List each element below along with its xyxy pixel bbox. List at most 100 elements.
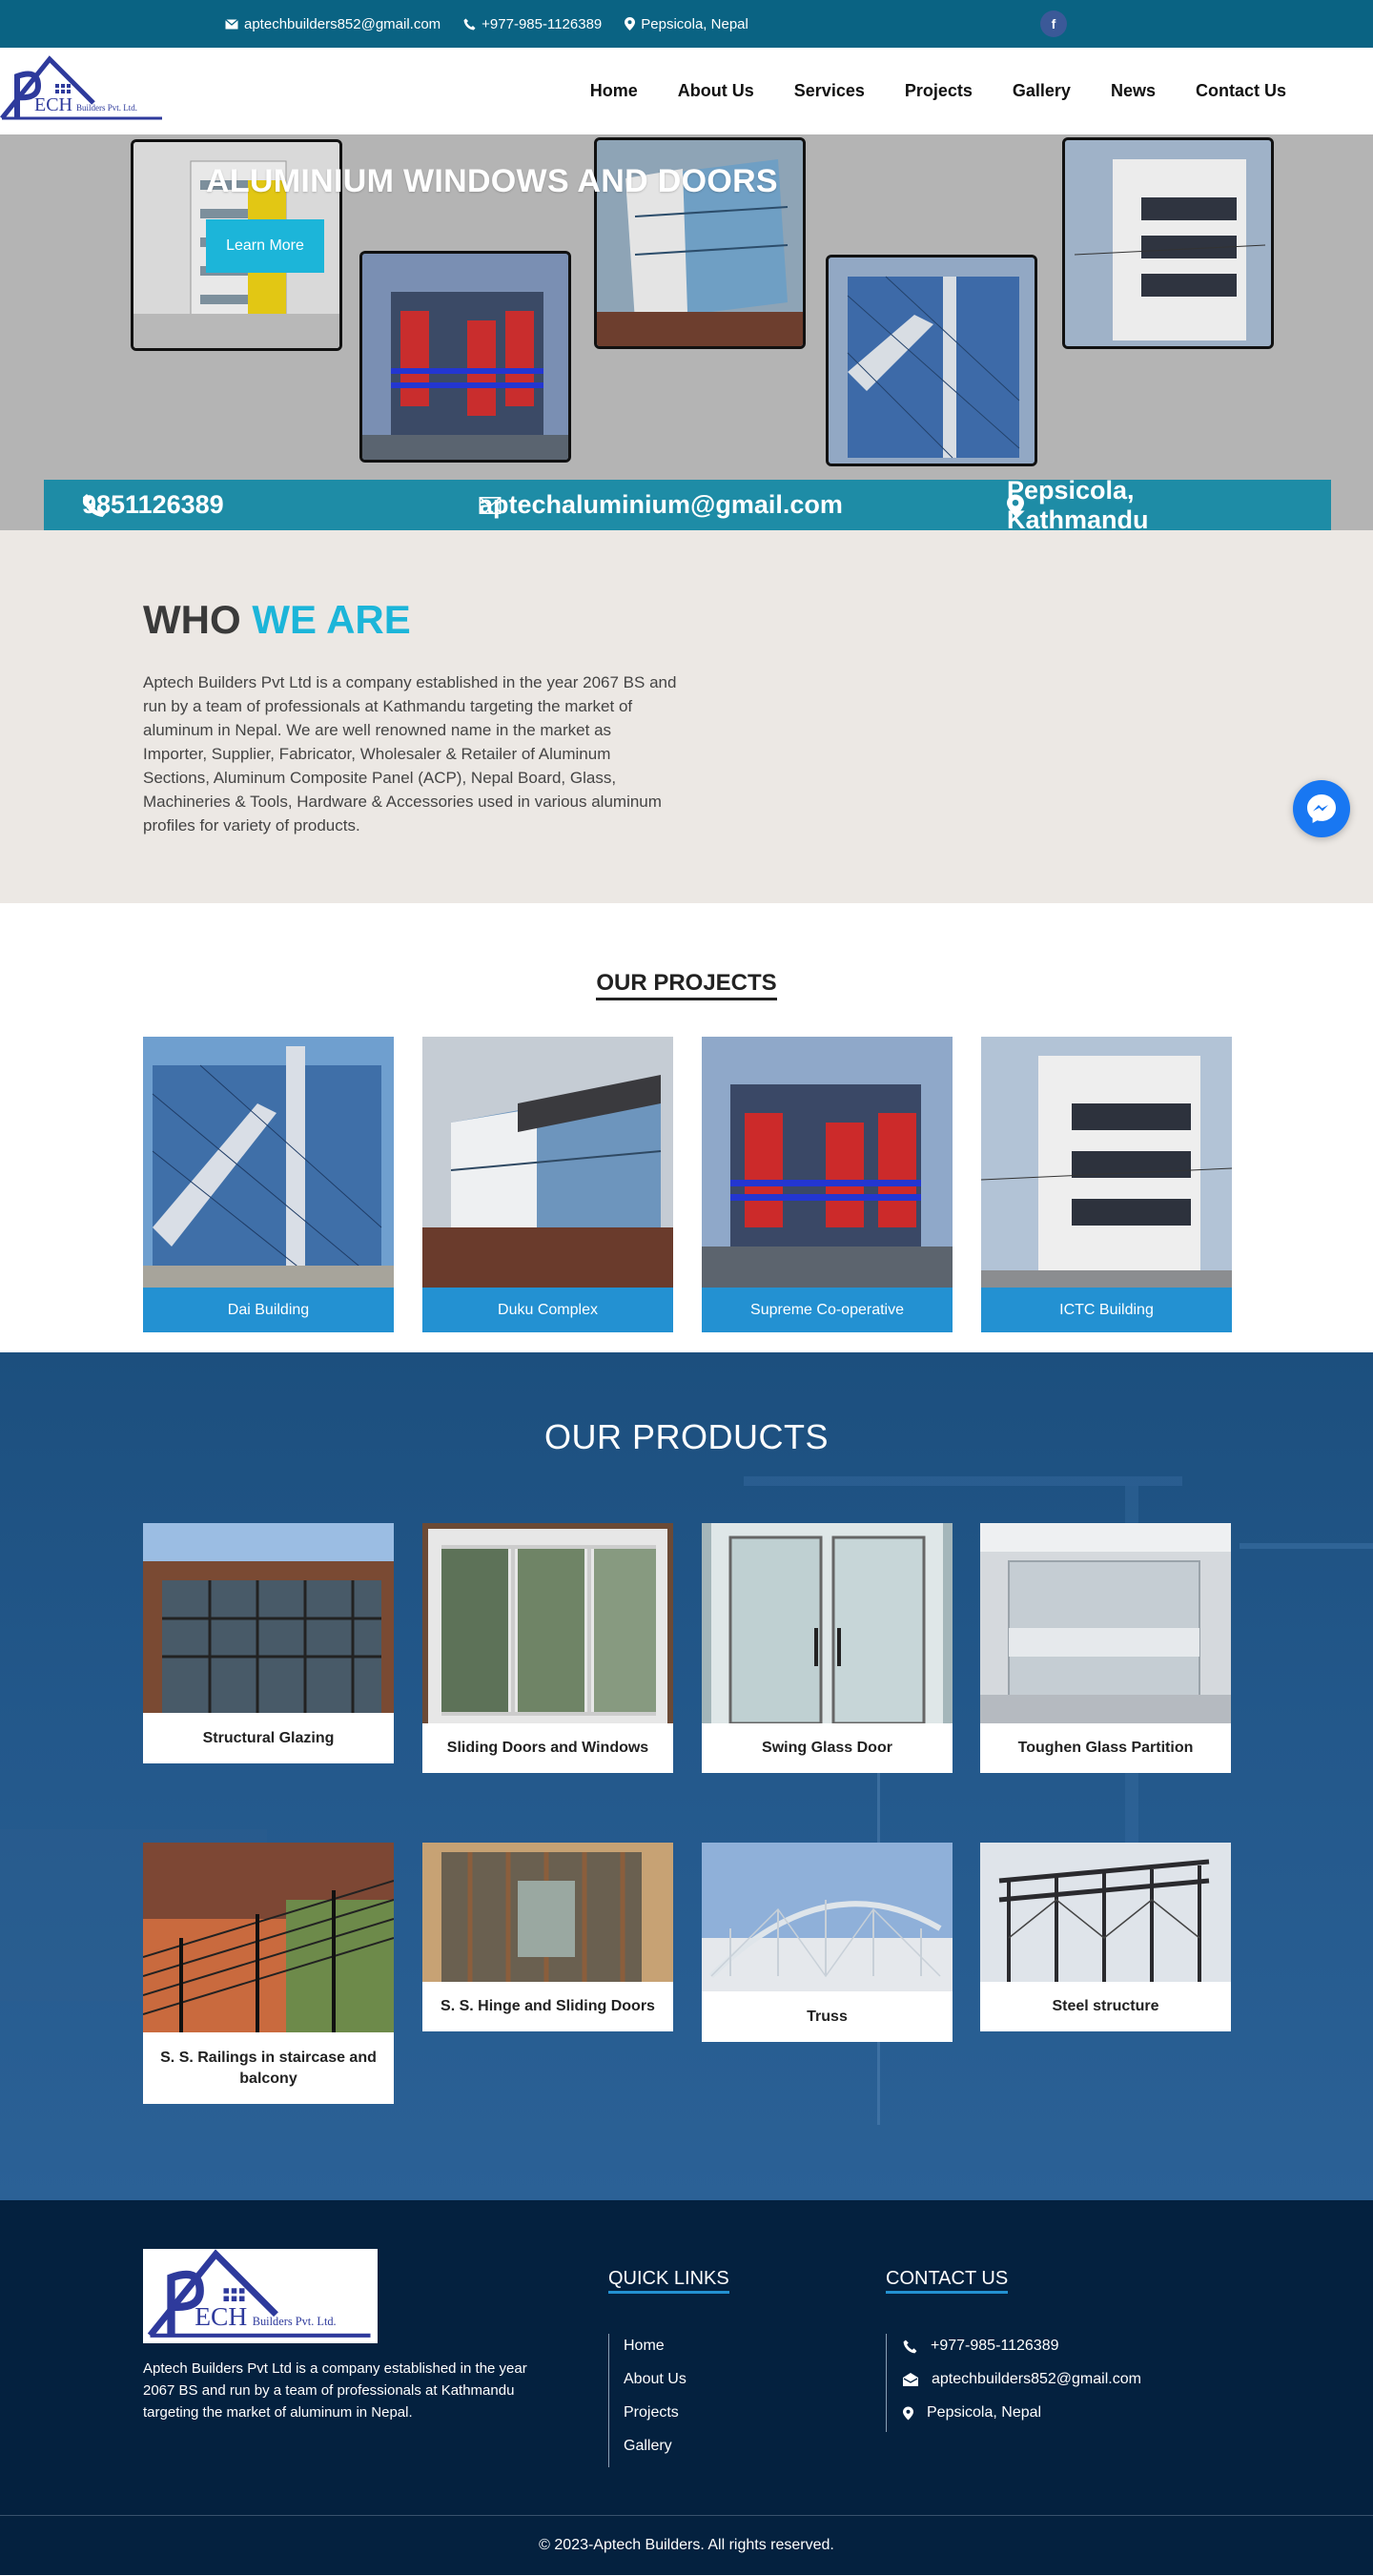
footer-logo[interactable]: ECH Builders Pvt. Ltd. [143,2249,378,2343]
product-label: Steel structure [1052,1998,1159,2014]
envelope-open-icon [903,2373,918,2386]
product-image [422,1843,673,1982]
footer-logo-company: Builders Pvt. Ltd. [253,2315,337,2328]
map-pin-icon [903,2406,913,2420]
top-phone-text: +977-985-1126389 [482,15,603,32]
quick-links-title: QUICK LINKS [608,2268,729,2294]
top-bar: aptechbuilders852@gmail.com +977-985-112… [0,0,1373,48]
footer-location-text: Pepsicola, Nepal [927,2404,1042,2421]
site-header: ECH Builders Pvt. Ltd. Home About Us Ser… [0,48,1373,134]
product-label: Swing Glass Door [762,1740,892,1756]
map-pin-icon [625,17,636,31]
products-section: OUR PRODUCTS Structural Glazing Sliding … [0,1352,1373,2200]
footer-phone-text: +977-985-1126389 [931,2338,1059,2354]
project-card-duku[interactable]: Duku Complex [422,1037,673,1332]
project-caption: ICTC Building [981,1288,1232,1332]
product-card-steel-structure[interactable]: Steel structure [980,1843,1231,2031]
product-image [143,1843,394,2032]
main-nav: Home About Us Services Projects Gallery … [570,48,1306,134]
logo-company: Builders Pvt. Ltd. [76,103,137,113]
project-caption: Duku Complex [422,1288,673,1332]
top-phone[interactable]: +977-985-1126389 [463,16,602,32]
footer-link-about[interactable]: About Us [624,2371,686,2388]
project-caption: Supreme Co-operative [702,1288,953,1332]
hero-title: ALUMINIUM WINDOWS AND DOORS [206,163,778,199]
product-image [980,1843,1231,1982]
who-description: Aptech Builders Pvt Ltd is a company est… [143,673,677,835]
footer-phone[interactable]: +977-985-1126389 [903,2338,1141,2355]
who-heading-plain: WHO [143,597,241,642]
who-heading-accent: WE ARE [252,597,411,642]
strip-phone-text: 9851126389 [82,490,224,519]
top-email[interactable]: aptechbuilders852@gmail.com [225,16,441,32]
product-card-swing-glass-door[interactable]: Swing Glass Door [702,1523,953,1773]
phone-icon [903,2339,917,2353]
project-card-supreme[interactable]: Supreme Co-operative [702,1037,953,1332]
strip-email: aptechaluminium@gmail.com [479,490,843,519]
top-email-text: aptechbuilders852@gmail.com [244,15,441,32]
footer-email-text: aptechbuilders852@gmail.com [932,2371,1141,2387]
strip-email-text: aptechaluminium@gmail.com [479,490,843,519]
product-label: Sliding Doors and Windows [446,1740,649,1756]
hero-photo-5 [1062,137,1274,349]
nav-about[interactable]: About Us [658,81,774,101]
phone-icon [463,18,476,30]
hero-banner: ALUMINIUM WINDOWS AND DOORS Learn More 9… [0,134,1373,530]
product-image [143,1523,394,1713]
product-card-ss-hinge[interactable]: S. S. Hinge and Sliding Doors [422,1843,673,2031]
nav-home[interactable]: Home [570,81,658,101]
product-card-ss-railings[interactable]: S. S. Railings in staircase and balcony [143,1843,394,2104]
product-image [980,1523,1231,1723]
contact-title: CONTACT US [886,2268,1009,2294]
strip-phone: 9851126389 [82,490,224,519]
product-card-sliding-doors[interactable]: Sliding Doors and Windows [422,1523,673,1773]
footer-logo-mark: ECH [195,2301,247,2331]
product-label: S. S. Hinge and Sliding Doors [441,1998,655,2014]
project-card-ictc[interactable]: ICTC Building [981,1037,1232,1332]
product-image [422,1523,673,1723]
nav-services[interactable]: Services [774,81,885,101]
footer-link-home[interactable]: Home [624,2338,686,2355]
project-image [702,1037,953,1288]
logo-graphic: ECH Builders Pvt. Ltd. [0,55,162,120]
footer-contact: +977-985-1126389 aptechbuilders852@gmail… [886,2334,1141,2432]
footer-email[interactable]: aptechbuilders852@gmail.com [903,2371,1141,2388]
quick-links: Home About Us Projects Gallery [608,2334,686,2467]
site-logo[interactable]: ECH Builders Pvt. Ltd. [0,55,164,124]
project-card-dai[interactable]: Dai Building [143,1037,394,1332]
top-location: Pepsicola, Nepal [625,16,748,32]
footer-link-gallery[interactable]: Gallery [624,2438,686,2455]
nav-projects[interactable]: Projects [885,81,993,101]
strip-location: Pepsicola, Kathmandu [1007,476,1149,530]
strip-location-text: Pepsicola, Kathmandu [1007,475,1149,531]
product-card-structural-glazing[interactable]: Structural Glazing [143,1523,394,1763]
footer-description: Aptech Builders Pvt Ltd is a company est… [143,2360,527,2421]
messenger-chat-icon[interactable] [1293,780,1350,837]
projects-section: OUR PROJECTS Dai Building Duku Complex S… [0,903,1373,1352]
project-image [143,1037,394,1288]
footer-logo-graphic: ECH Builders Pvt. Ltd. [147,2249,371,2338]
product-card-toughen-glass[interactable]: Toughen Glass Partition [980,1523,1231,1773]
top-location-text: Pepsicola, Nepal [641,15,748,32]
learn-more-button[interactable]: Learn More [206,219,324,273]
product-label: Structural Glazing [202,1729,335,1746]
project-image [981,1037,1232,1288]
product-image [702,1523,953,1723]
nav-contact[interactable]: Contact Us [1176,81,1306,101]
projects-title: OUR PROJECTS [0,970,1373,1000]
who-heading: WHO WE ARE [143,597,411,643]
project-caption: Dai Building [143,1288,394,1332]
footer-location: Pepsicola, Nepal [903,2404,1141,2421]
site-footer: ECH Builders Pvt. Ltd. Aptech Builders P… [0,2200,1373,2515]
envelope-icon [225,18,238,29]
hero-contact-strip: 9851126389 aptechaluminium@gmail.com Pep… [44,476,1331,530]
footer-link-projects[interactable]: Projects [624,2404,686,2421]
facebook-icon[interactable]: f [1040,10,1067,37]
product-label: S. S. Railings in staircase and balcony [160,2049,377,2087]
nav-news[interactable]: News [1091,81,1176,101]
products-title: OUR PRODUCTS [543,1417,829,1456]
nav-gallery[interactable]: Gallery [993,81,1091,101]
top-contacts: aptechbuilders852@gmail.com +977-985-112… [225,16,748,32]
product-card-truss[interactable]: Truss [702,1843,953,2042]
who-we-are-section: WHO WE ARE Aptech Builders Pvt Ltd is a … [0,530,1373,903]
